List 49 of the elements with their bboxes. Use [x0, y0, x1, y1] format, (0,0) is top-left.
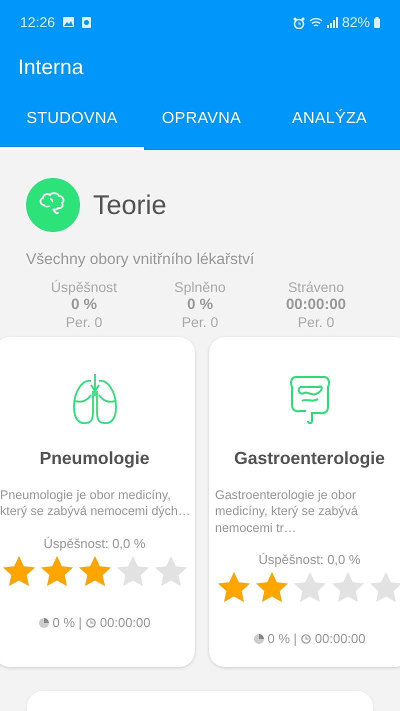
- star-icon: [330, 571, 364, 604]
- tab[interactable]: STUDOVNA: [0, 90, 144, 150]
- tab[interactable]: OPRAVNA: [144, 90, 259, 150]
- progress-text: 0 % |: [52, 614, 82, 632]
- time-text: 00:00:00: [100, 614, 150, 632]
- clock-icon: [82, 17, 92, 28]
- stat-value: 00:00:00: [284, 296, 348, 314]
- section-subtitle: Všechny obory vnitřního lékařství: [26, 250, 256, 270]
- star-icon: [368, 571, 400, 604]
- star-icon: [116, 555, 150, 588]
- stat-label: Stráveno: [286, 279, 346, 296]
- star-icon: [78, 555, 112, 588]
- pie-icon: [254, 634, 264, 644]
- section-title: Teorie: [93, 188, 167, 222]
- success-rate: Úspěšnost: 0,0 %: [258, 550, 362, 569]
- app-title: Interna: [17, 54, 84, 81]
- stat-value: 0 %: [70, 296, 98, 314]
- image-icon: [63, 17, 74, 27]
- stat-period: Per. 0: [180, 314, 220, 331]
- success-rate: Úspěšnost: 0,0 %: [42, 534, 146, 553]
- progress-text: 0 % |: [268, 630, 297, 648]
- clock-icon: [300, 634, 311, 644]
- star-icon: [216, 571, 250, 604]
- signal-icon: [326, 17, 338, 28]
- stat-label: Splněno: [173, 279, 227, 296]
- alarm-icon: [292, 16, 305, 28]
- card-title: Pneumologie: [38, 446, 150, 470]
- stat-value: 0 %: [186, 296, 214, 314]
- star-icon: [40, 555, 74, 588]
- subject-card[interactable]: Gastroenterologie Gastroenterologie je obor medicíny, který se zabývá nemocemi tr… Úspěšnost: 0,0 % 0 % | 00:00:00: [209, 336, 400, 667]
- time-text: 00:00:00: [314, 630, 366, 648]
- stat-label: Úspěšnost: [50, 279, 118, 296]
- card-description: Gastroenterologie je obor medicíny, který se zabývá nemocemi tr…: [215, 487, 359, 536]
- star-icon: [292, 571, 326, 604]
- tab[interactable]: ANALÝZA: [259, 90, 400, 150]
- subject-card[interactable]: Pneumologie Pneumologie je obor medicíny, který se zabývá nemocemi dých… Úspěšnost: 0,0 % 0 % | 00:00:00: [0, 336, 195, 667]
- status-time: 12:26: [20, 13, 56, 32]
- card-title: Gastroenterologie: [233, 446, 386, 470]
- wifi-icon: [308, 17, 323, 28]
- clock-icon: [86, 618, 96, 628]
- battery-percent: 82%: [342, 13, 370, 32]
- battery-icon: [374, 17, 380, 28]
- star-icon: [154, 555, 188, 588]
- stat-period: Per. 0: [296, 314, 336, 331]
- stat-period: Per. 0: [64, 314, 104, 331]
- star-icon: [2, 555, 36, 588]
- pie-icon: [38, 618, 48, 628]
- star-icon: [254, 571, 288, 604]
- card-description: Pneumologie je obor medicíny, který se zabývá nemocemi dých…: [0, 487, 191, 520]
